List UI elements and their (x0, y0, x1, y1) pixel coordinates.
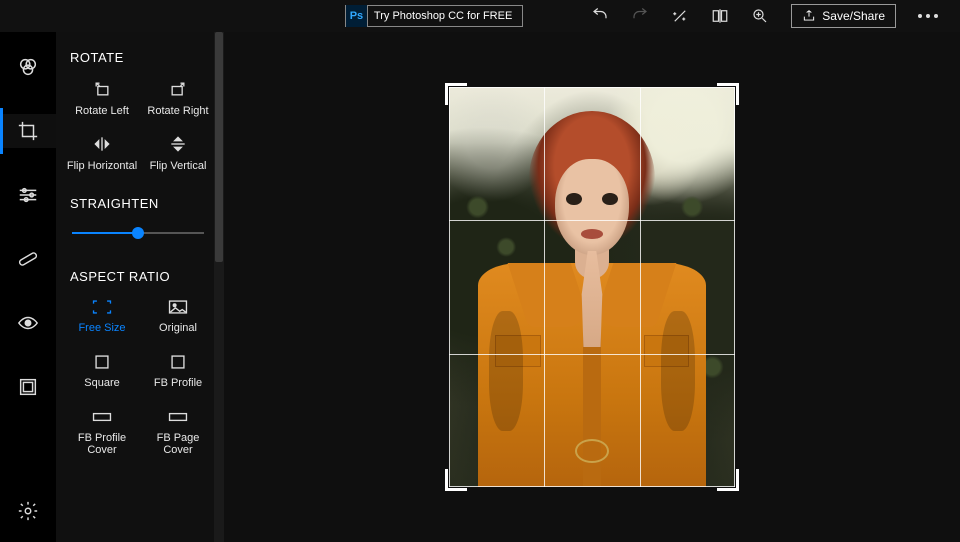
eye-icon (17, 312, 39, 334)
redo-button[interactable] (631, 7, 649, 25)
fb-profile-cover-icon (91, 408, 113, 426)
aspect-free-size-label: Free Size (78, 322, 125, 335)
undo-icon (591, 7, 609, 25)
bandage-icon (17, 248, 39, 270)
rotate-right-label: Rotate Right (147, 105, 208, 118)
sliders-icon (17, 184, 39, 206)
flip-vertical-icon (168, 134, 188, 154)
frame-icon (17, 376, 39, 398)
fb-page-cover-icon (167, 408, 189, 426)
rail-adjust[interactable] (0, 178, 56, 212)
aspect-fb-profile-label: FB Profile (154, 377, 202, 390)
rotate-right-icon (168, 79, 188, 99)
flip-horizontal-button[interactable]: Flip Horizontal (66, 134, 138, 173)
panel-scroll-track[interactable] (214, 32, 224, 542)
share-icon (802, 9, 816, 23)
free-size-icon (91, 298, 113, 316)
rotate-left-button[interactable]: Rotate Left (66, 79, 138, 118)
aspect-square-label: Square (84, 377, 119, 390)
square-icon (91, 353, 113, 371)
rotate-left-icon (92, 79, 112, 99)
aspect-original-label: Original (159, 322, 197, 335)
image-icon (167, 298, 189, 316)
aspect-fb-page-cover-label: FB Page Cover (142, 432, 214, 457)
rotate-right-button[interactable]: Rotate Right (142, 79, 214, 118)
flip-horizontal-label: Flip Horizontal (67, 160, 137, 173)
more-menu-button[interactable] (918, 14, 938, 18)
flip-vertical-label: Flip Vertical (150, 160, 207, 173)
photo-preview (449, 87, 735, 487)
try-photoshop-button[interactable]: Ps Try Photoshop CC for FREE (345, 5, 523, 27)
crop-panel: ROTATE Rotate Left Rotate Right Flip Hor… (56, 32, 224, 542)
aspect-fb-profile-cover-label: FB Profile Cover (66, 432, 138, 457)
rail-settings[interactable] (0, 494, 56, 528)
rail-heal[interactable] (0, 242, 56, 276)
straighten-slider[interactable] (72, 225, 204, 241)
compare-icon (711, 7, 729, 25)
aspect-section-title: ASPECT RATIO (66, 269, 214, 284)
undo-button[interactable] (591, 7, 609, 25)
fb-profile-icon (167, 353, 189, 371)
panel-scroll-thumb[interactable] (215, 32, 223, 262)
tool-rail (0, 32, 56, 542)
gear-icon (17, 500, 39, 522)
zoom-in-icon (751, 7, 769, 25)
redo-icon (631, 7, 649, 25)
rotate-section-title: ROTATE (66, 50, 214, 65)
canvas-area[interactable] (224, 32, 960, 542)
sparkle-icon (671, 7, 689, 25)
flip-horizontal-icon (92, 134, 112, 154)
crop-icon (17, 120, 39, 142)
auto-enhance-button[interactable] (671, 7, 689, 25)
aspect-original[interactable]: Original (142, 298, 214, 335)
aspect-free-size[interactable]: Free Size (66, 298, 138, 335)
top-bar: Ps Try Photoshop CC for FREE Save/Share (0, 0, 960, 32)
aspect-fb-profile[interactable]: FB Profile (142, 353, 214, 390)
straighten-section-title: STRAIGHTEN (66, 196, 214, 211)
save-share-label: Save/Share (822, 9, 885, 23)
crop-frame[interactable] (449, 87, 735, 487)
aspect-square[interactable]: Square (66, 353, 138, 390)
rotate-left-label: Rotate Left (75, 105, 129, 118)
zoom-button[interactable] (751, 7, 769, 25)
rail-redeye[interactable] (0, 306, 56, 340)
try-photoshop-label: Try Photoshop CC for FREE (374, 10, 512, 22)
aspect-fb-page-cover[interactable]: FB Page Cover (142, 408, 214, 457)
compare-button[interactable] (711, 7, 729, 25)
save-share-button[interactable]: Save/Share (791, 4, 896, 28)
photoshop-icon: Ps (346, 5, 368, 27)
rail-frames[interactable] (0, 370, 56, 404)
aspect-fb-profile-cover[interactable]: FB Profile Cover (66, 408, 138, 457)
rail-looks[interactable] (0, 50, 56, 84)
flip-vertical-button[interactable]: Flip Vertical (142, 134, 214, 173)
looks-icon (17, 56, 39, 78)
rail-crop[interactable] (0, 114, 56, 148)
